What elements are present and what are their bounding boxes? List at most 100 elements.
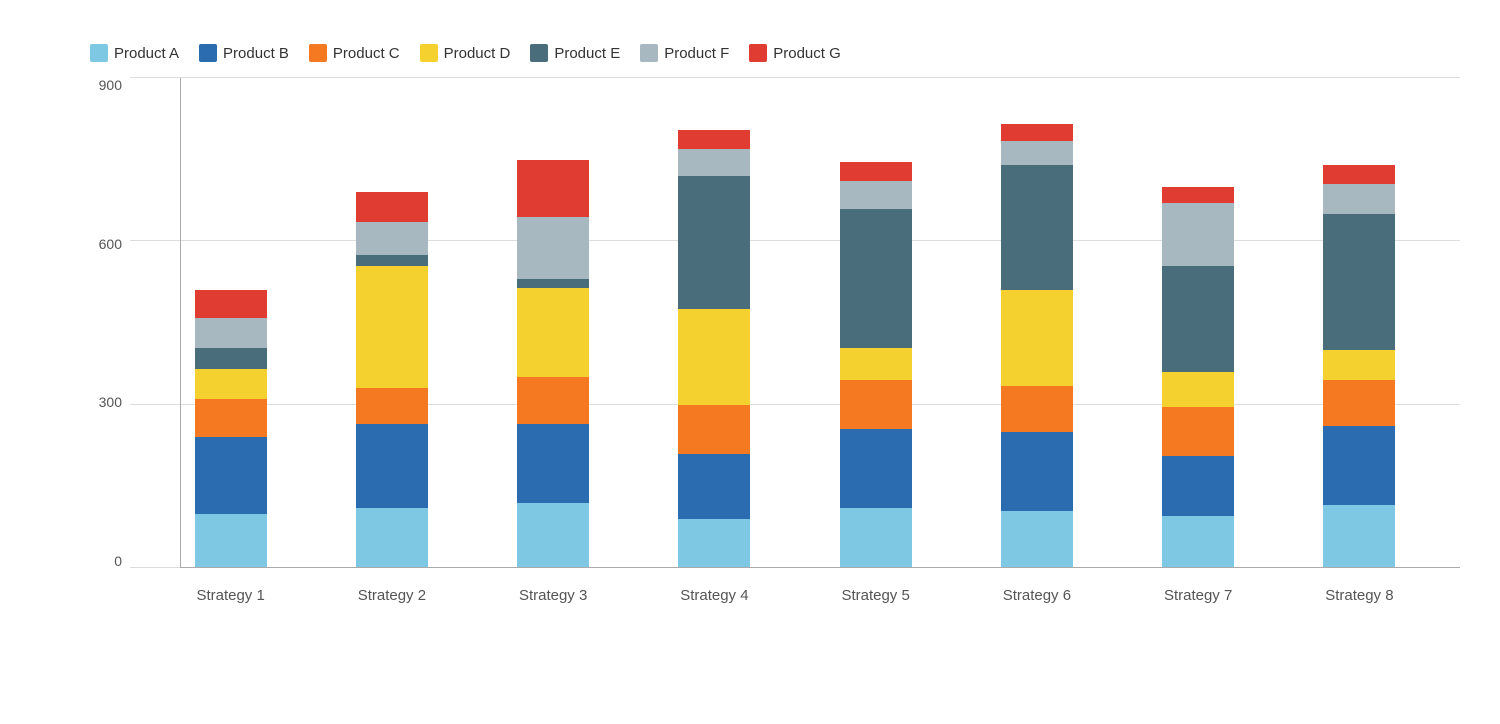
stacked-bar — [1162, 187, 1234, 568]
legend-item: Product F — [640, 44, 729, 62]
bar-segment-productA — [840, 508, 912, 568]
bar-segment-productE — [840, 209, 912, 348]
bar-segment-productA — [1001, 511, 1073, 568]
legend-swatch — [199, 44, 217, 62]
legend-swatch — [309, 44, 327, 62]
bar-segment-productC — [1323, 380, 1395, 426]
bar-segment-productB — [517, 424, 589, 503]
y-axis-label: 300 — [99, 395, 122, 409]
x-axis-label: Strategy 7 — [1162, 587, 1234, 604]
bar-segment-productE — [517, 279, 589, 287]
bar-segment-productG — [1162, 187, 1234, 203]
bar-segment-productC — [195, 399, 267, 437]
bar-group — [195, 290, 267, 568]
bar-group — [1001, 124, 1073, 568]
legend-label: Product B — [223, 45, 289, 62]
legend-swatch — [420, 44, 438, 62]
bar-segment-productG — [517, 160, 589, 217]
x-axis-label: Strategy 3 — [517, 587, 589, 604]
stacked-bar — [1001, 124, 1073, 568]
bar-segment-productB — [840, 429, 912, 508]
bar-segment-productF — [195, 318, 267, 348]
bar-segment-productF — [1323, 184, 1395, 214]
bar-segment-productE — [195, 348, 267, 370]
bar-segment-productB — [1162, 456, 1234, 516]
bar-segment-productA — [195, 514, 267, 568]
legend-item: Product B — [199, 44, 289, 62]
bar-group — [1162, 187, 1234, 568]
legend-label: Product E — [554, 45, 620, 62]
x-axis-label: Strategy 5 — [840, 587, 912, 604]
x-axis-label: Strategy 2 — [356, 587, 428, 604]
stacked-bar — [840, 162, 912, 568]
bar-segment-productF — [356, 222, 428, 255]
bar-segment-productG — [840, 162, 912, 181]
bar-segment-productG — [1001, 124, 1073, 140]
bar-segment-productC — [678, 405, 750, 454]
legend-label: Product D — [444, 45, 511, 62]
bar-segment-productA — [1162, 516, 1234, 568]
bar-segment-productB — [195, 437, 267, 513]
legend-item: Product D — [420, 44, 511, 62]
bar-group — [840, 162, 912, 568]
bar-segment-productF — [1162, 203, 1234, 266]
legend-item: Product G — [749, 44, 841, 62]
bar-segment-productG — [356, 192, 428, 222]
x-axis-label: Strategy 1 — [195, 587, 267, 604]
bar-segment-productA — [517, 503, 589, 568]
bar-group — [678, 130, 750, 568]
bar-segment-productG — [195, 290, 267, 317]
stacked-bar — [195, 290, 267, 568]
bar-segment-productF — [517, 217, 589, 280]
bar-segment-productC — [1001, 386, 1073, 432]
legend-item: Product C — [309, 44, 400, 62]
bar-segment-productA — [356, 508, 428, 568]
bar-group — [356, 192, 428, 568]
bar-segment-productC — [840, 380, 912, 429]
bar-segment-productF — [840, 181, 912, 208]
y-axis-label: 900 — [99, 78, 122, 92]
bars-row — [130, 78, 1460, 568]
bar-segment-productG — [678, 130, 750, 149]
x-axis-label: Strategy 4 — [678, 587, 750, 604]
legend-swatch — [90, 44, 108, 62]
bar-segment-productE — [1162, 266, 1234, 372]
stacked-bar — [678, 130, 750, 568]
legend-swatch — [640, 44, 658, 62]
bar-segment-productD — [1162, 372, 1234, 407]
bar-segment-productA — [1323, 505, 1395, 568]
legend-label: Product F — [664, 45, 729, 62]
stacked-bar — [356, 192, 428, 568]
bar-segment-productB — [1323, 426, 1395, 505]
bar-group — [1323, 165, 1395, 568]
bar-segment-productB — [356, 424, 428, 508]
y-axis: 0 300 600 900 — [80, 78, 130, 568]
bar-segment-productD — [678, 309, 750, 404]
chart-container: Product A Product B Product C Product D Prod… — [10, 12, 1490, 712]
grid-and-bars — [130, 78, 1460, 568]
legend: Product A Product B Product C Product D Prod… — [80, 44, 1460, 62]
x-axis-label: Strategy 6 — [1001, 587, 1073, 604]
x-axis: Strategy 1 Strategy 2 Strategy 3 Strategy 4… — [130, 587, 1460, 604]
bar-segment-productD — [356, 266, 428, 389]
y-axis-label: 0 — [114, 554, 122, 568]
legend-label: Product A — [114, 45, 179, 62]
bar-segment-productA — [678, 519, 750, 568]
bar-segment-productD — [840, 348, 912, 381]
bar-segment-productD — [1323, 350, 1395, 380]
bar-segment-productD — [1001, 290, 1073, 385]
stacked-bar — [1323, 165, 1395, 568]
bar-segment-productF — [1001, 141, 1073, 166]
bar-segment-productC — [1162, 407, 1234, 456]
legend-item: Product E — [530, 44, 620, 62]
chart-area: 0300600900 Strategy 1Strategy 2Strategy … — [80, 78, 1460, 568]
bar-segment-productG — [1323, 165, 1395, 184]
stacked-bar — [517, 160, 589, 568]
legend-label: Product G — [773, 45, 841, 62]
y-axis-label: 600 — [99, 237, 122, 251]
bar-segment-productD — [517, 288, 589, 378]
legend-swatch — [749, 44, 767, 62]
legend-label: Product C — [333, 45, 400, 62]
bar-segment-productE — [1323, 214, 1395, 350]
bar-group — [517, 160, 589, 568]
